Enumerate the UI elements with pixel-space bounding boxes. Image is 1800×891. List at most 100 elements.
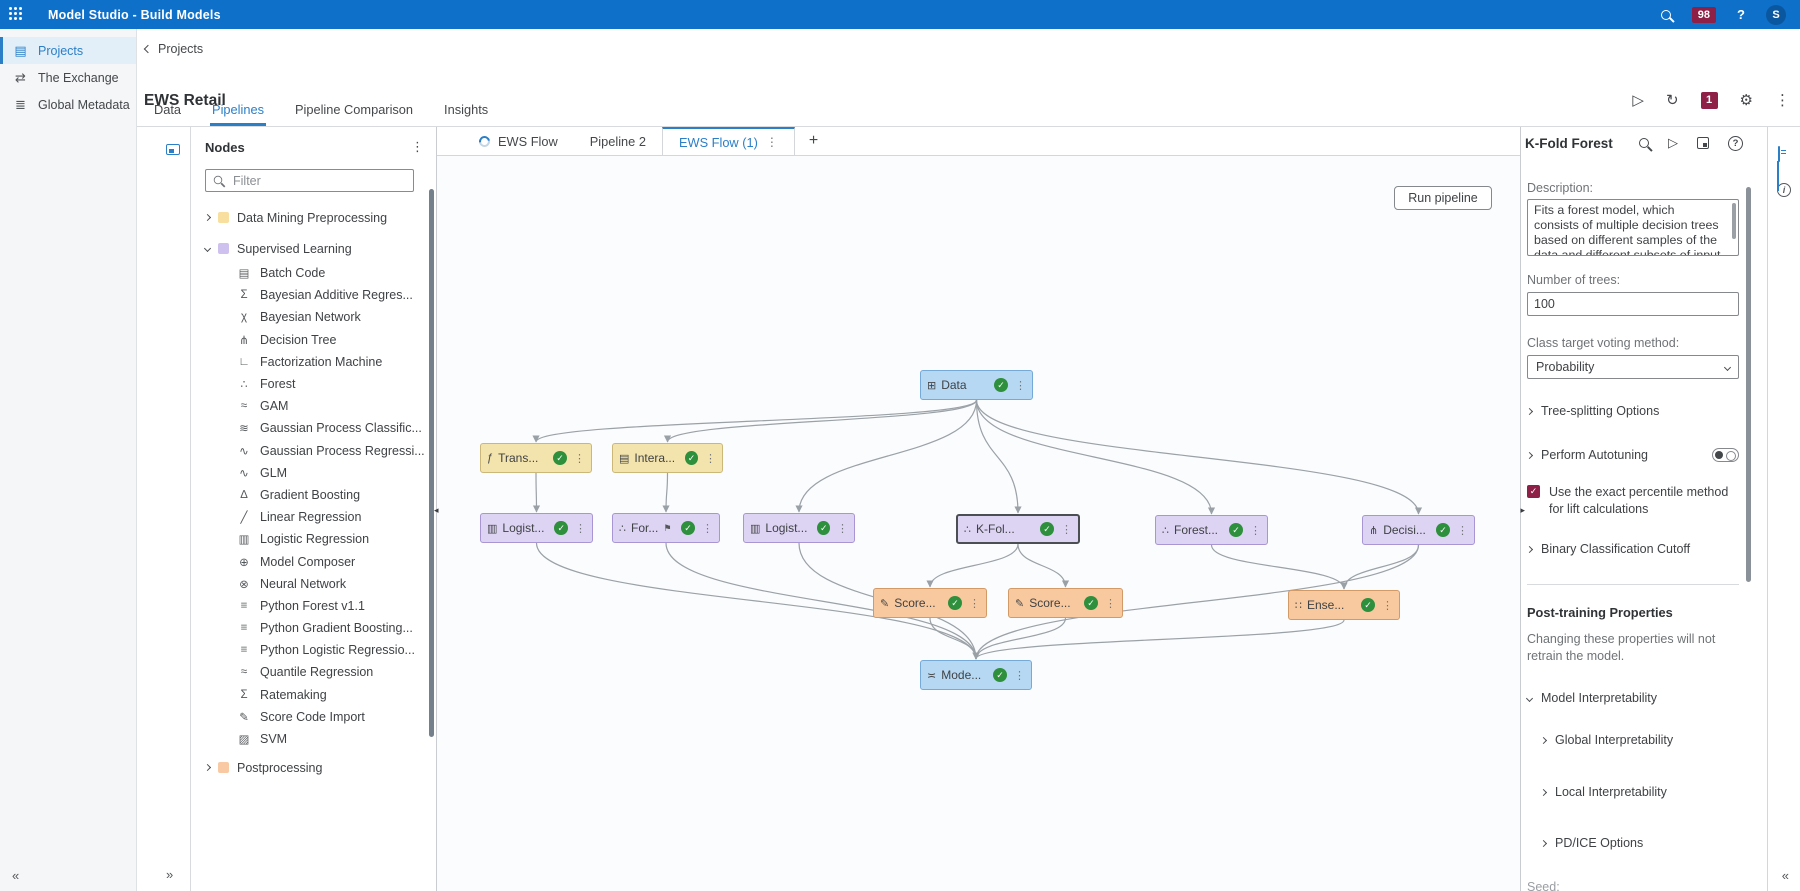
add-pipeline-button[interactable]: + bbox=[795, 127, 832, 155]
project-tab[interactable]: Pipeline Comparison bbox=[293, 102, 415, 126]
search-icon[interactable] bbox=[1660, 9, 1671, 20]
node-menu-icon[interactable]: ⋮ bbox=[572, 452, 585, 465]
pipeline-node[interactable]: ∴ K-Fol... ✓ ⋮ bbox=[956, 514, 1080, 544]
run-icon[interactable]: ▷ bbox=[1632, 91, 1644, 109]
pipeline-node[interactable]: ∴ Forest... ✓ ⋮ bbox=[1155, 515, 1268, 545]
node-menu-icon[interactable]: ⋮ bbox=[573, 522, 586, 535]
node-menu-icon[interactable]: ⋮ bbox=[1248, 524, 1261, 537]
node-menu-icon[interactable]: ⋮ bbox=[1380, 599, 1393, 612]
autotuning-toggle[interactable] bbox=[1712, 448, 1739, 462]
checkbox-checked-icon[interactable]: ✓ bbox=[1527, 485, 1540, 498]
palette-node-item[interactable]: Σ Bayesian Additive Regres... bbox=[191, 284, 436, 306]
node-menu-icon[interactable]: ⋮ bbox=[1012, 669, 1025, 682]
description-textarea[interactable]: Fits a forest model, which consists of m… bbox=[1527, 199, 1739, 256]
node-menu-icon[interactable]: ⋮ bbox=[703, 452, 716, 465]
sidebar-collapse-icon[interactable]: « bbox=[12, 868, 19, 883]
palette-node-item[interactable]: ≋ Gaussian Process Classific... bbox=[191, 417, 436, 439]
open-results-icon[interactable] bbox=[1697, 137, 1709, 149]
palette-node-item[interactable]: ⋔ Decision Tree bbox=[191, 329, 436, 351]
node-menu-icon[interactable]: ⋮ bbox=[1455, 524, 1468, 537]
nodes-panel-collapse-icon[interactable]: » bbox=[166, 867, 173, 882]
pipeline-node[interactable]: ≍ Mode... ✓ ⋮ bbox=[920, 660, 1032, 690]
app-switcher-icon[interactable] bbox=[9, 7, 24, 22]
node-menu-icon[interactable]: ⋮ bbox=[835, 522, 848, 535]
sidebar-item[interactable]: ⇄ The Exchange bbox=[0, 64, 136, 91]
node-help-icon[interactable]: ? bbox=[1728, 135, 1743, 151]
user-avatar[interactable]: S bbox=[1766, 4, 1786, 25]
autotuning-section[interactable]: Perform Autotuning bbox=[1525, 448, 1739, 462]
palette-node-item[interactable]: ≡ Python Gradient Boosting... bbox=[191, 617, 436, 639]
node-menu-icon[interactable]: ⋮ bbox=[1103, 597, 1116, 610]
pipeline-node[interactable]: ∷ Ense... ✓ ⋮ bbox=[1288, 590, 1400, 620]
breadcrumb[interactable]: Projects bbox=[143, 42, 203, 56]
float-panel-icon[interactable] bbox=[166, 144, 180, 155]
palette-node-item[interactable]: ≡ Python Logistic Regressio... bbox=[191, 639, 436, 661]
left-panel-resize-handle[interactable]: ◂ bbox=[434, 505, 439, 516]
project-tab[interactable]: Pipelines bbox=[210, 102, 266, 126]
palette-node-item[interactable]: ⊕ Model Composer bbox=[191, 550, 436, 572]
palette-node-item[interactable]: ∴ Forest bbox=[191, 373, 436, 395]
filter-input[interactable] bbox=[205, 169, 414, 192]
palette-node-item[interactable]: ∿ GLM bbox=[191, 462, 436, 484]
palette-node-item[interactable]: ⊗ Neural Network bbox=[191, 573, 436, 595]
pipeline-canvas[interactable]: ⊞ Data ✓ ⋮ ƒ Trans... ✓ ⋮ ▤ Intera... ✓ … bbox=[434, 127, 1525, 891]
description-scrollbar[interactable] bbox=[1732, 203, 1736, 239]
palette-node-item[interactable]: ∟ Factorization Machine bbox=[191, 351, 436, 373]
properties-collapse-icon[interactable]: « bbox=[1782, 868, 1789, 883]
local-interpretability-section[interactable]: Local Interpretability bbox=[1539, 785, 1739, 799]
palette-group-row[interactable]: Supervised Learning bbox=[191, 235, 436, 262]
pipeline-tab[interactable]: EWS Flow ⋮ bbox=[463, 127, 574, 155]
node-menu-icon[interactable]: ⋮ bbox=[967, 597, 980, 610]
project-tab[interactable]: Insights bbox=[442, 102, 490, 126]
palette-node-item[interactable]: ≡ Python Forest v1.1 bbox=[191, 595, 436, 617]
model-interpretability-section[interactable]: Model Interpretability bbox=[1525, 691, 1739, 705]
sidebar-item[interactable]: ▤ Projects bbox=[0, 37, 136, 64]
pdice-options-section[interactable]: PD/ICE Options bbox=[1539, 836, 1739, 850]
pipeline-node[interactable]: ✎ Score... ✓ ⋮ bbox=[873, 588, 987, 618]
tree-splitting-section[interactable]: Tree-splitting Options bbox=[1525, 404, 1739, 418]
tab-menu-icon[interactable]: ⋮ bbox=[766, 135, 778, 149]
number-of-trees-input[interactable] bbox=[1527, 292, 1739, 316]
palette-node-item[interactable]: ╱ Linear Regression bbox=[191, 506, 436, 528]
palette-node-item[interactable]: ▨ SVM bbox=[191, 728, 436, 750]
nodes-panel-menu-icon[interactable]: ⋮ bbox=[411, 139, 424, 155]
node-menu-icon[interactable]: ⋮ bbox=[700, 522, 713, 535]
properties-search-icon[interactable] bbox=[1639, 138, 1649, 148]
binary-cutoff-section[interactable]: Binary Classification Cutoff bbox=[1525, 542, 1739, 556]
settings-gear-icon[interactable]: ⚙ bbox=[1740, 91, 1753, 109]
palette-node-item[interactable]: ≈ Quantile Regression bbox=[191, 661, 436, 683]
sidebar-item[interactable]: ≣ Global Metadata bbox=[0, 91, 136, 118]
pipeline-tab[interactable]: Pipeline 2 ⋮ bbox=[574, 127, 662, 155]
palette-node-item[interactable]: ▥ Logistic Regression bbox=[191, 528, 436, 550]
pipeline-node[interactable]: ⋔ Decisi... ✓ ⋮ bbox=[1362, 515, 1475, 545]
node-options-icon[interactable] bbox=[1778, 146, 1780, 162]
palette-node-item[interactable]: ∿ Gaussian Process Regressi... bbox=[191, 440, 436, 462]
palette-node-item[interactable]: ≈ GAM bbox=[191, 395, 436, 417]
notification-badge[interactable]: 98 bbox=[1691, 6, 1717, 23]
properties-scrollbar[interactable] bbox=[1746, 187, 1751, 582]
global-interpretability-section[interactable]: Global Interpretability bbox=[1539, 733, 1739, 747]
pipeline-tab[interactable]: EWS Flow (1) ⋮ bbox=[661, 127, 795, 155]
node-menu-icon[interactable]: ⋮ bbox=[1059, 523, 1072, 536]
node-menu-icon[interactable]: ⋮ bbox=[1013, 379, 1026, 392]
project-tab[interactable]: Data bbox=[152, 102, 183, 126]
help-icon[interactable]: ? bbox=[1737, 7, 1745, 22]
pipeline-node[interactable]: ▥ Logist... ✓ ⋮ bbox=[480, 513, 593, 543]
pipeline-node[interactable]: ▤ Intera... ✓ ⋮ bbox=[612, 443, 723, 473]
run-node-icon[interactable]: ▷ bbox=[1668, 135, 1678, 151]
palette-node-item[interactable]: χ Bayesian Network bbox=[191, 306, 436, 328]
pipeline-node[interactable]: ∴ For... ⚑ ✓ ⋮ bbox=[612, 513, 720, 543]
palette-group-row[interactable]: Postprocessing bbox=[191, 754, 436, 781]
palette-node-item[interactable]: ∆ Gradient Boosting bbox=[191, 484, 436, 506]
palette-node-item[interactable]: ▤ Batch Code bbox=[191, 262, 436, 284]
exact-percentile-checkbox-row[interactable]: ✓ Use the exact percentile method for li… bbox=[1527, 484, 1739, 518]
pipeline-node[interactable]: ▥ Logist... ✓ ⋮ bbox=[743, 513, 855, 543]
run-pipeline-button[interactable]: Run pipeline bbox=[1394, 186, 1492, 210]
pipeline-node[interactable]: ✎ Score... ✓ ⋮ bbox=[1008, 588, 1123, 618]
voting-method-select[interactable]: Probability bbox=[1527, 355, 1739, 379]
palette-group-row[interactable]: Data Mining Preprocessing bbox=[191, 204, 436, 231]
right-panel-resize-handle[interactable]: ▸ bbox=[1520, 505, 1525, 516]
pipeline-node[interactable]: ⊞ Data ✓ ⋮ bbox=[920, 370, 1033, 400]
more-menu-icon[interactable]: ⋮ bbox=[1775, 91, 1790, 109]
pipeline-node[interactable]: ƒ Trans... ✓ ⋮ bbox=[480, 443, 592, 473]
